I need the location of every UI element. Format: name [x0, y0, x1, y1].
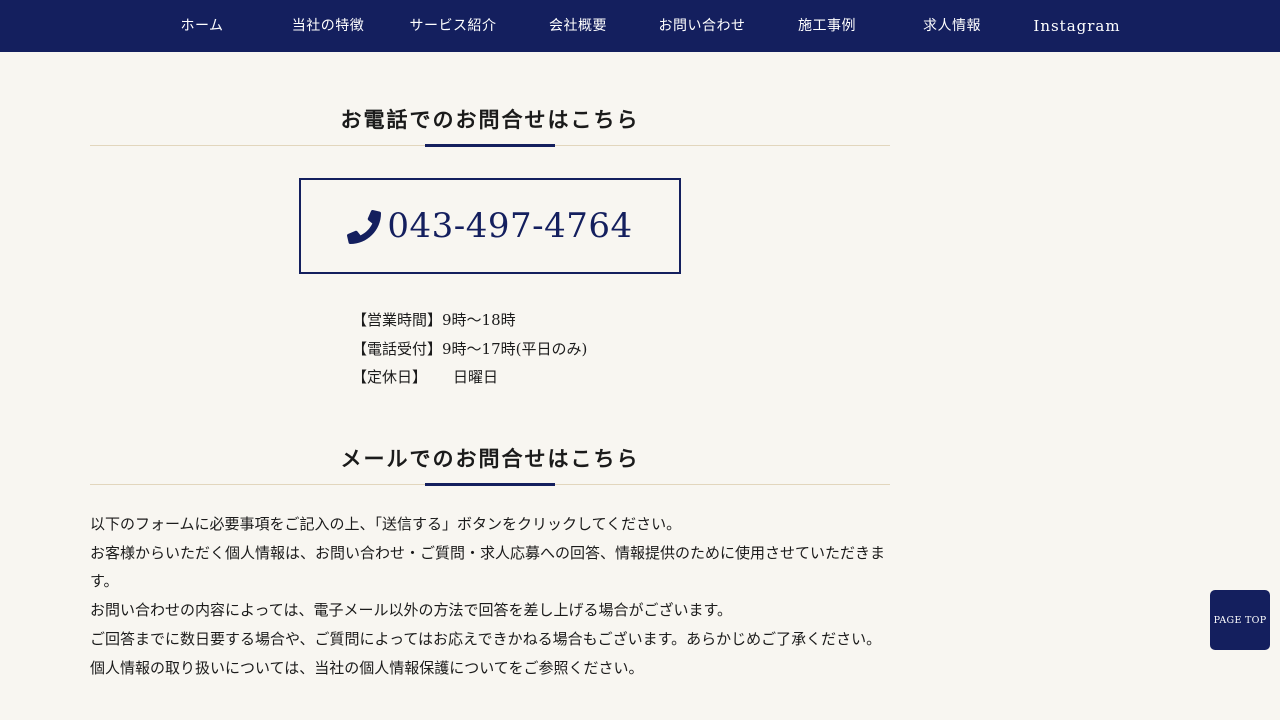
- hours-label: 【営業時間】: [352, 311, 443, 329]
- nav-item-recruit[interactable]: 求人情報: [902, 0, 1002, 52]
- title-accent-bar: [425, 483, 555, 486]
- nav-item-contact[interactable]: お問い合わせ: [647, 0, 757, 52]
- phone-section-title: お電話でのお問合せはこちら: [340, 107, 640, 132]
- hours-label: 【電話受付】: [352, 339, 443, 358]
- intro-paragraph: お客様からいただく個人情報は、お問い合わせ・ご質問・求人応募への回答、情報提供の…: [90, 543, 886, 591]
- nav-item-instagram[interactable]: Instagram: [1022, 0, 1132, 52]
- hours-value: 9時〜17時(平日のみ): [442, 339, 588, 358]
- nav-item-company[interactable]: 会社概要: [528, 0, 628, 52]
- mail-section-title: メールでのお問合せはこちら: [340, 446, 640, 471]
- top-navigation: ホーム 当社の特徴 サービス紹介 会社概要 お問い合わせ 施工事例 求人情報 I…: [0, 0, 1280, 52]
- nav-item-works[interactable]: 施工事例: [777, 0, 877, 52]
- mail-intro-text: 以下のフォームに必要事項をご記入の上、「送信する」ボタンをクリックしてください。…: [90, 510, 890, 682]
- page-top-button[interactable]: PAGE TOP: [1210, 590, 1270, 650]
- hours-row-closed: 【定休日】 日曜日: [352, 363, 587, 392]
- intro-paragraph: 以下のフォームに必要事項をご記入の上、「送信する」ボタンをクリックしてください。: [90, 515, 682, 533]
- intro-paragraph: お問い合わせの内容によっては、電子メール以外の方法で回答を差し上げる場合がござい…: [90, 601, 733, 620]
- phone-call-button[interactable]: 043-497-4764: [299, 178, 681, 274]
- hours-label: 【定休日】: [352, 368, 428, 386]
- title-accent-bar: [425, 144, 555, 147]
- business-hours: 【営業時間】9時〜18時 【電話受付】9時〜17時(平日のみ) 【定休日】 日曜日: [352, 306, 587, 392]
- hours-value: 日曜日: [453, 368, 499, 386]
- hours-row-business: 【営業時間】9時〜18時: [352, 306, 587, 335]
- intro-paragraph: 個人情報の取り扱いについては、当社の個人情報保護についてをご参照ください。: [90, 658, 644, 677]
- nav-item-home[interactable]: ホーム: [152, 0, 252, 52]
- intro-paragraph: ご回答までに数日要する場合や、ご質問によってはお応えできかねる場合もございます。…: [90, 629, 882, 648]
- nav-item-services[interactable]: サービス紹介: [398, 0, 508, 52]
- phone-number: 043-497-4764: [387, 206, 633, 246]
- hours-value: 9時〜18時: [442, 311, 516, 329]
- hours-row-phone: 【電話受付】9時〜17時(平日のみ): [352, 335, 587, 364]
- nav-item-features[interactable]: 当社の特徴: [273, 0, 383, 52]
- phone-icon: [347, 210, 382, 244]
